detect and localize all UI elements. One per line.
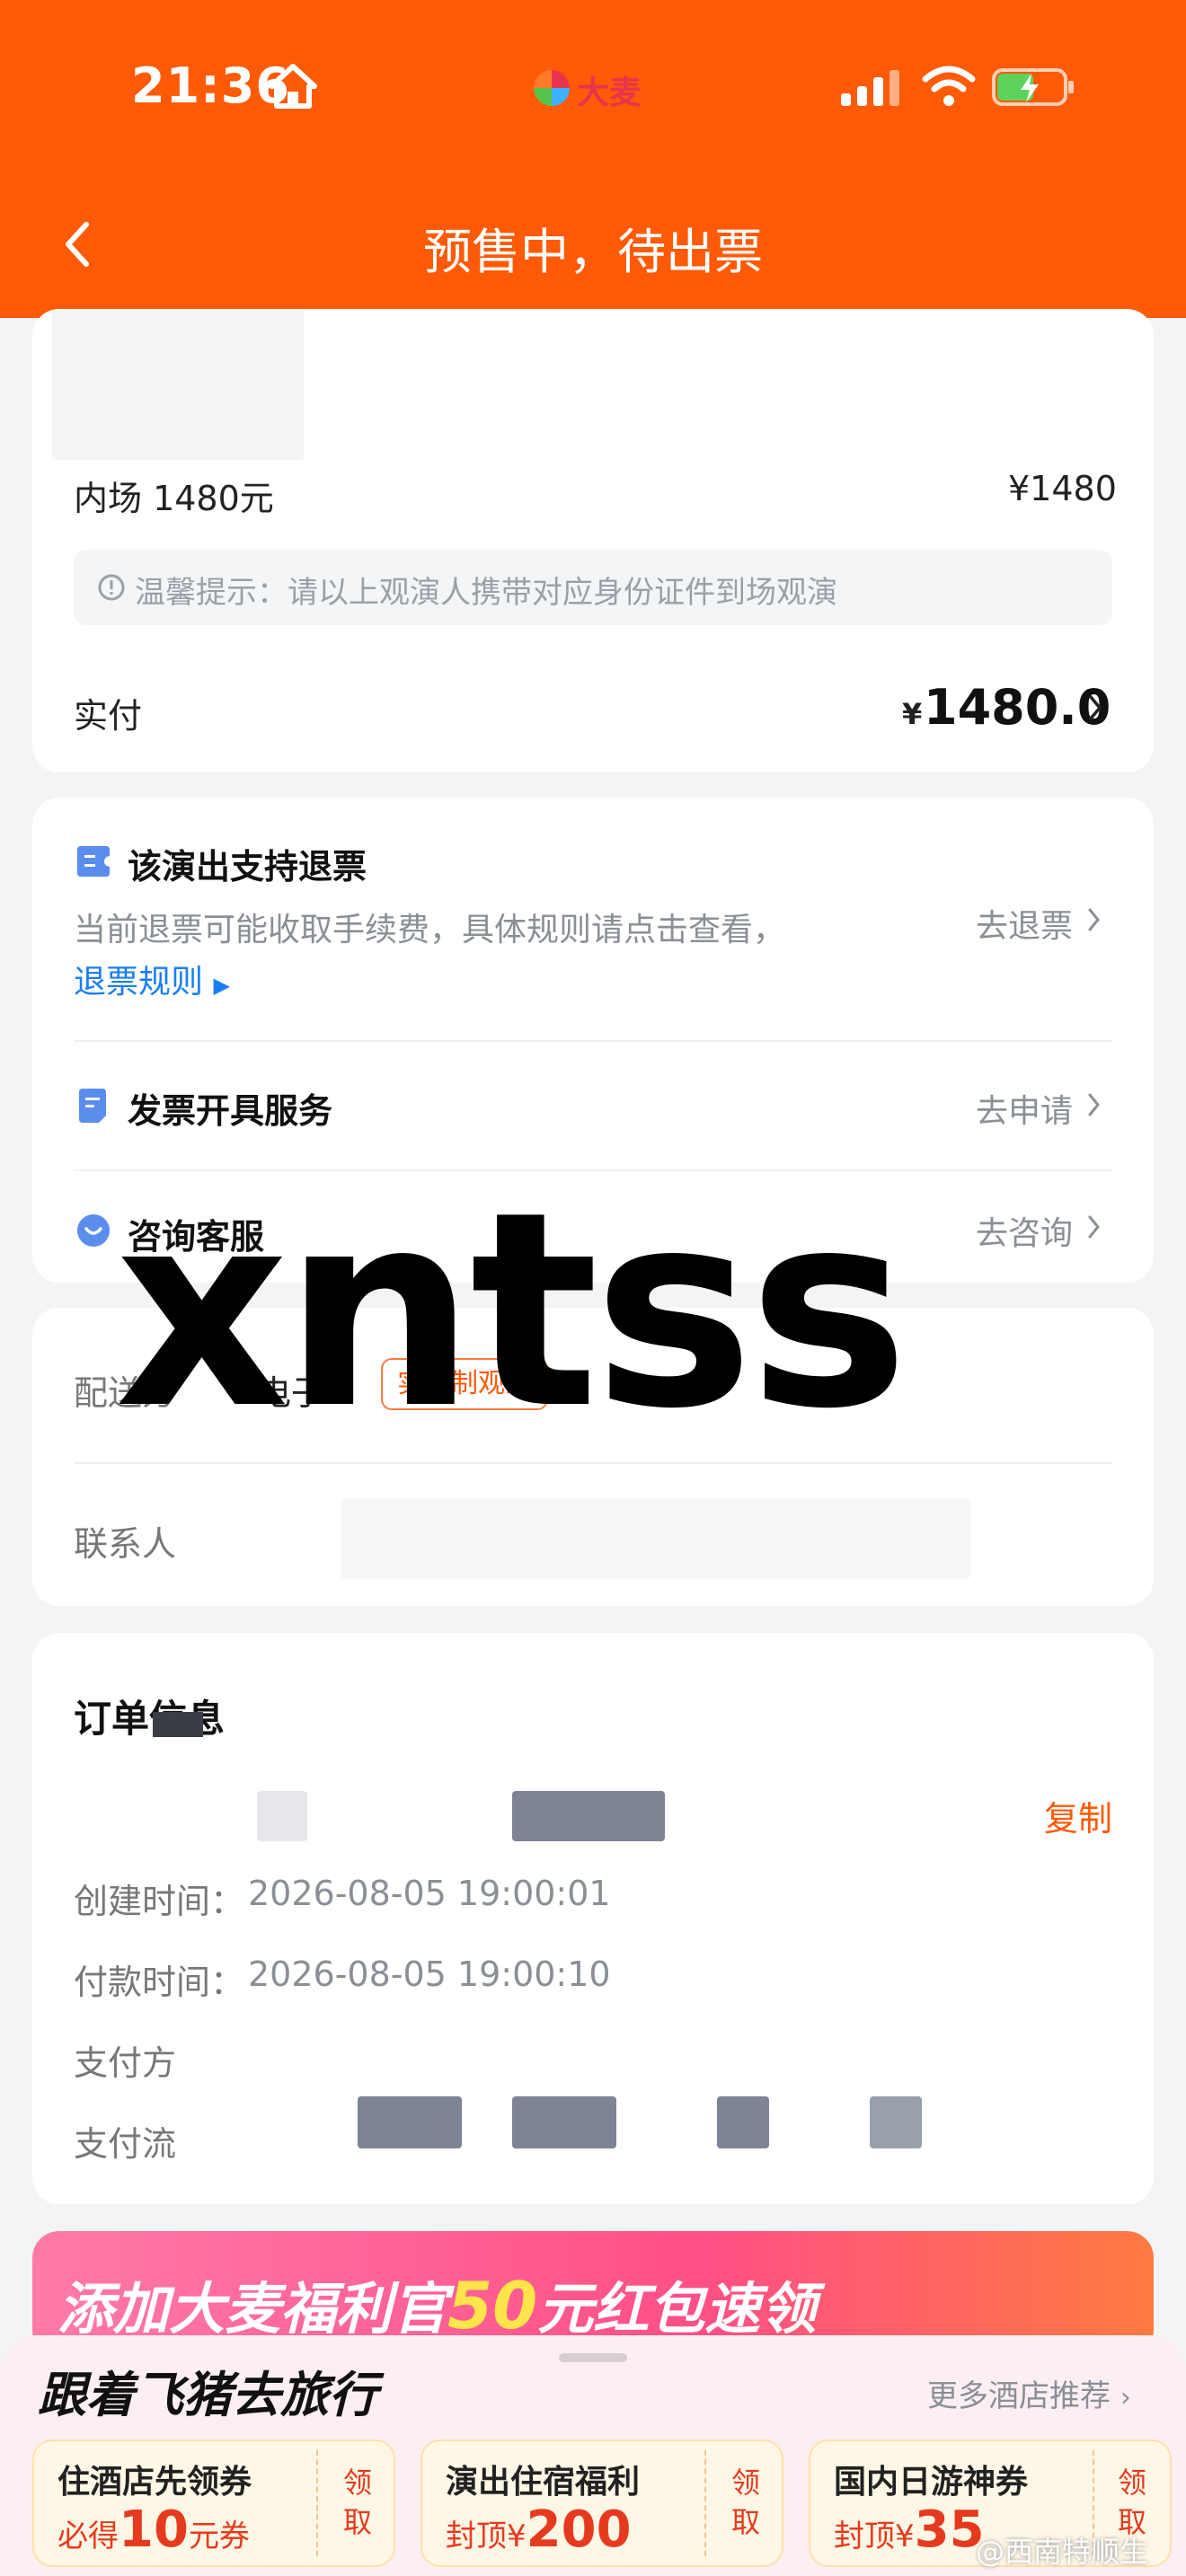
coupon-value: 必得10元券 xyxy=(58,2501,250,2559)
claim-coupon-button[interactable]: 领取 xyxy=(340,2463,376,2542)
coupon-value: 封顶¥200 xyxy=(446,2501,632,2559)
chevron-right-icon: › xyxy=(1120,2382,1131,2413)
more-hotels-link[interactable]: 更多酒店推荐 › xyxy=(927,2371,1131,2415)
brand-name: 大麦 xyxy=(577,75,642,111)
page-title: 预售中，待出票 xyxy=(423,224,763,280)
redaction-block xyxy=(512,1791,665,1841)
refund-action[interactable]: 去退票 xyxy=(976,900,1073,947)
paid-time-label: 付款时间： xyxy=(74,1963,245,2002)
paid-currency: ¥ xyxy=(902,697,923,731)
triangle-right-icon: ▶ xyxy=(213,973,230,998)
coupon-value: 封顶¥35 xyxy=(834,2501,985,2559)
created-time-label: 创建时间： xyxy=(74,1882,245,1921)
redaction-block xyxy=(870,2096,922,2148)
chevron-right-icon[interactable] xyxy=(1087,907,1102,932)
drag-handle[interactable] xyxy=(559,2353,627,2362)
chevron-right-icon[interactable] xyxy=(1087,1092,1102,1117)
coupon-separator xyxy=(316,2450,318,2556)
invoice-icon xyxy=(79,1089,106,1123)
blurred-contact xyxy=(341,1498,970,1579)
coupon-title: 国内日游神券 xyxy=(834,2464,1029,2501)
pay-channel-label: 支付流 xyxy=(74,2124,177,2164)
customer-service-icon xyxy=(77,1214,110,1247)
tip-text: 温馨提示：请以上观演人携带对应身份证件到场观演 xyxy=(135,575,837,611)
contact-label: 联系人 xyxy=(74,1524,177,1564)
claim-coupon-button[interactable]: 领取 xyxy=(728,2463,764,2542)
copy-button[interactable]: 复制 xyxy=(1044,1791,1112,1840)
watermark-text: xntss xyxy=(115,1154,909,1468)
coupon-title: 演出住宿福利 xyxy=(446,2464,641,2501)
redaction-block xyxy=(257,1791,307,1841)
battery-charging-icon xyxy=(992,68,1074,106)
ticket-name: 内场 1480元 xyxy=(74,479,274,518)
refund-title: 该演出支持退票 xyxy=(128,847,367,887)
wifi-icon xyxy=(922,66,976,106)
refund-rules-link[interactable]: 退票规则 ▶ xyxy=(74,956,230,1002)
invoice-title: 发票开具服务 xyxy=(128,1091,333,1131)
redaction-block xyxy=(153,1712,203,1737)
invoice-action[interactable]: 去申请 xyxy=(976,1085,1073,1132)
sheet-title: 跟着飞猪去旅行 xyxy=(38,2367,377,2423)
created-time-value: 2026-08-05 19:00:01 xyxy=(248,1874,611,1913)
paid-label: 实付 xyxy=(74,696,143,736)
credit-watermark: @西南特顺生 xyxy=(976,2535,1149,2569)
refund-description: 当前退票可能收取手续费，具体规则请点击查看， xyxy=(74,912,786,948)
cellular-signal-icon xyxy=(841,70,899,106)
chevron-right-icon[interactable] xyxy=(1087,693,1103,722)
blurred-content xyxy=(52,311,304,460)
info-icon xyxy=(98,574,125,601)
status-time: 21:36 xyxy=(131,57,290,114)
pay-method-label: 支付方 xyxy=(74,2043,177,2083)
brand-logo-icon xyxy=(534,70,570,106)
ticket-refund-icon xyxy=(77,846,110,877)
coupon-separator xyxy=(704,2450,706,2556)
support-action[interactable]: 去咨询 xyxy=(976,1207,1073,1254)
ticket-price: ¥1480 xyxy=(1008,469,1117,508)
home-icon xyxy=(269,64,317,109)
divider xyxy=(74,1040,1112,1042)
redaction-block xyxy=(512,2096,616,2148)
redaction-block xyxy=(717,2096,769,2148)
promo-banner-text[interactable]: 添加大麦福利官50元红包速领 xyxy=(58,2263,816,2344)
paid-time-value: 2026-08-05 19:00:10 xyxy=(248,1954,611,1994)
redaction-block xyxy=(358,2096,462,2148)
coupon-title: 住酒店先领券 xyxy=(58,2464,252,2501)
paid-amount[interactable]: 1480.0 xyxy=(924,679,1111,736)
chevron-right-icon[interactable] xyxy=(1087,1214,1102,1239)
